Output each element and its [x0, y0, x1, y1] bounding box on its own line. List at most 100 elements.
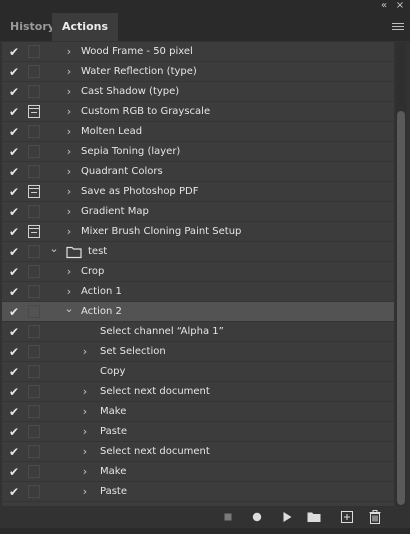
toggle-item-checkmark-icon[interactable]: ✔ [7, 265, 21, 279]
action-set-row[interactable]: ✔ ⌄ test [2, 242, 394, 262]
chevron-right-icon[interactable]: › [63, 122, 75, 142]
chevron-down-icon[interactable]: ⌄ [63, 302, 75, 322]
action-row[interactable]: ✔ › Paste [2, 422, 394, 442]
action-row[interactable]: ✔ › Set Selection [2, 342, 394, 362]
toggle-item-checkmark-icon[interactable]: ✔ [7, 105, 21, 119]
action-row[interactable]: ✔ ⌄ Action 2 [2, 302, 394, 322]
toggle-item-checkmark-icon[interactable]: ✔ [7, 325, 21, 339]
dialog-toggle-box[interactable] [28, 305, 40, 318]
dialog-toggle-box[interactable] [28, 365, 40, 378]
collapse-icon[interactable]: « [377, 0, 391, 13]
dialog-toggle-box[interactable] [28, 45, 40, 58]
toggle-item-checkmark-icon[interactable]: ✔ [7, 165, 21, 179]
chevron-right-icon[interactable]: › [63, 202, 75, 222]
action-row[interactable]: ✔ › Mixer Brush Cloning Paint Setup [2, 222, 394, 242]
action-row[interactable]: ✔ › Quadrant Colors [2, 162, 394, 182]
dialog-toggle-box[interactable] [28, 85, 40, 98]
dialog-toggle-box[interactable] [28, 165, 40, 178]
action-row[interactable]: ✔ Copy [2, 362, 394, 382]
chevron-right-icon[interactable]: › [63, 262, 75, 282]
chevron-right-icon[interactable]: › [63, 162, 75, 182]
panel-menu-icon[interactable] [392, 21, 404, 32]
action-row[interactable]: ✔ › Gradient Map [2, 202, 394, 222]
toggle-item-checkmark-icon[interactable]: ✔ [7, 245, 21, 259]
chevron-right-icon[interactable]: › [63, 142, 75, 162]
dialog-toggle-box[interactable] [28, 485, 40, 498]
chevron-right-icon[interactable]: › [79, 422, 91, 442]
toggle-item-checkmark-icon[interactable]: ✔ [7, 285, 21, 299]
play-icon[interactable] [279, 509, 295, 525]
resize-grip[interactable] [0, 528, 410, 534]
chevron-down-icon[interactable]: ⌄ [48, 242, 60, 262]
record-icon[interactable] [249, 509, 265, 525]
toggle-item-checkmark-icon[interactable]: ✔ [7, 185, 21, 199]
scrollbar-thumb[interactable] [397, 111, 405, 505]
tab-actions[interactable]: Actions [52, 13, 118, 41]
dialog-toggle-box[interactable] [28, 345, 40, 358]
toggle-item-checkmark-icon[interactable]: ✔ [7, 365, 21, 379]
toggle-item-checkmark-icon[interactable]: ✔ [7, 485, 21, 499]
dialog-toggle-box[interactable] [28, 145, 40, 158]
action-row[interactable]: ✔ › Sepia Toning (layer) [2, 142, 394, 162]
chevron-right-icon[interactable]: › [79, 382, 91, 402]
dialog-toggle-box[interactable] [28, 425, 40, 438]
toggle-item-checkmark-icon[interactable]: ✔ [7, 405, 21, 419]
chevron-right-icon[interactable]: › [63, 282, 75, 302]
dialog-toggle-icon[interactable] [28, 185, 40, 198]
action-row[interactable]: ✔ › Crop [2, 262, 394, 282]
chevron-right-icon[interactable]: › [79, 462, 91, 482]
chevron-right-icon[interactable]: › [63, 182, 75, 202]
action-row[interactable]: ✔ › Wood Frame - 50 pixel [2, 42, 394, 62]
chevron-right-icon[interactable]: › [79, 402, 91, 422]
action-row[interactable]: ✔ › Paste [2, 482, 394, 502]
action-row[interactable]: ✔ › Save as Photoshop PDF [2, 182, 394, 202]
dialog-toggle-box[interactable] [28, 65, 40, 78]
toggle-item-checkmark-icon[interactable]: ✔ [7, 445, 21, 459]
toggle-item-checkmark-icon[interactable]: ✔ [7, 465, 21, 479]
chevron-right-icon[interactable]: › [79, 342, 91, 362]
chevron-right-icon[interactable]: › [63, 42, 75, 62]
chevron-right-icon[interactable]: › [79, 482, 91, 502]
chevron-right-icon[interactable]: › [63, 82, 75, 102]
dialog-toggle-box[interactable] [28, 385, 40, 398]
new-set-folder-icon[interactable] [306, 509, 322, 525]
dialog-toggle-box[interactable] [28, 265, 40, 278]
action-row[interactable]: ✔ › Custom RGB to Grayscale [2, 102, 394, 122]
dialog-toggle-icon[interactable] [28, 225, 40, 238]
dialog-toggle-box[interactable] [28, 285, 40, 298]
chevron-right-icon[interactable]: › [63, 62, 75, 82]
chevron-right-icon[interactable]: › [79, 442, 91, 462]
dialog-toggle-box[interactable] [28, 465, 40, 478]
toggle-item-checkmark-icon[interactable]: ✔ [7, 125, 21, 139]
toggle-item-checkmark-icon[interactable]: ✔ [7, 145, 21, 159]
stop-icon[interactable] [220, 509, 236, 525]
action-row[interactable]: ✔ › Make [2, 402, 394, 422]
dialog-toggle-box[interactable] [28, 125, 40, 138]
dialog-toggle-box[interactable] [28, 405, 40, 418]
toggle-item-checkmark-icon[interactable]: ✔ [7, 45, 21, 59]
toggle-item-checkmark-icon[interactable]: ✔ [7, 385, 21, 399]
dialog-toggle-box[interactable] [28, 325, 40, 338]
toggle-item-checkmark-icon[interactable]: ✔ [7, 205, 21, 219]
action-row[interactable]: ✔ › Select next document [2, 382, 394, 402]
action-row[interactable]: ✔ › Select next document [2, 442, 394, 462]
action-row[interactable]: ✔ Select channel “Alpha 1” [2, 322, 394, 342]
toggle-item-checkmark-icon[interactable]: ✔ [7, 345, 21, 359]
action-row[interactable]: ✔ › Molten Lead [2, 122, 394, 142]
new-action-icon[interactable] [339, 509, 355, 525]
dialog-toggle-box[interactable] [28, 205, 40, 218]
dialog-toggle-icon[interactable] [28, 105, 40, 118]
dialog-toggle-box[interactable] [28, 245, 40, 258]
trash-icon[interactable] [367, 509, 383, 525]
toggle-item-checkmark-icon[interactable]: ✔ [7, 85, 21, 99]
chevron-right-icon[interactable]: › [63, 102, 75, 122]
dialog-toggle-box[interactable] [28, 445, 40, 458]
action-row[interactable]: ✔ › Make [2, 462, 394, 482]
toggle-item-checkmark-icon[interactable]: ✔ [7, 65, 21, 79]
toggle-item-checkmark-icon[interactable]: ✔ [7, 225, 21, 239]
action-row[interactable]: ✔ › Cast Shadow (type) [2, 82, 394, 102]
chevron-right-icon[interactable]: › [63, 222, 75, 242]
action-row[interactable]: ✔ › Action 1 [2, 282, 394, 302]
toggle-item-checkmark-icon[interactable]: ✔ [7, 425, 21, 439]
close-icon[interactable]: × [394, 0, 406, 13]
